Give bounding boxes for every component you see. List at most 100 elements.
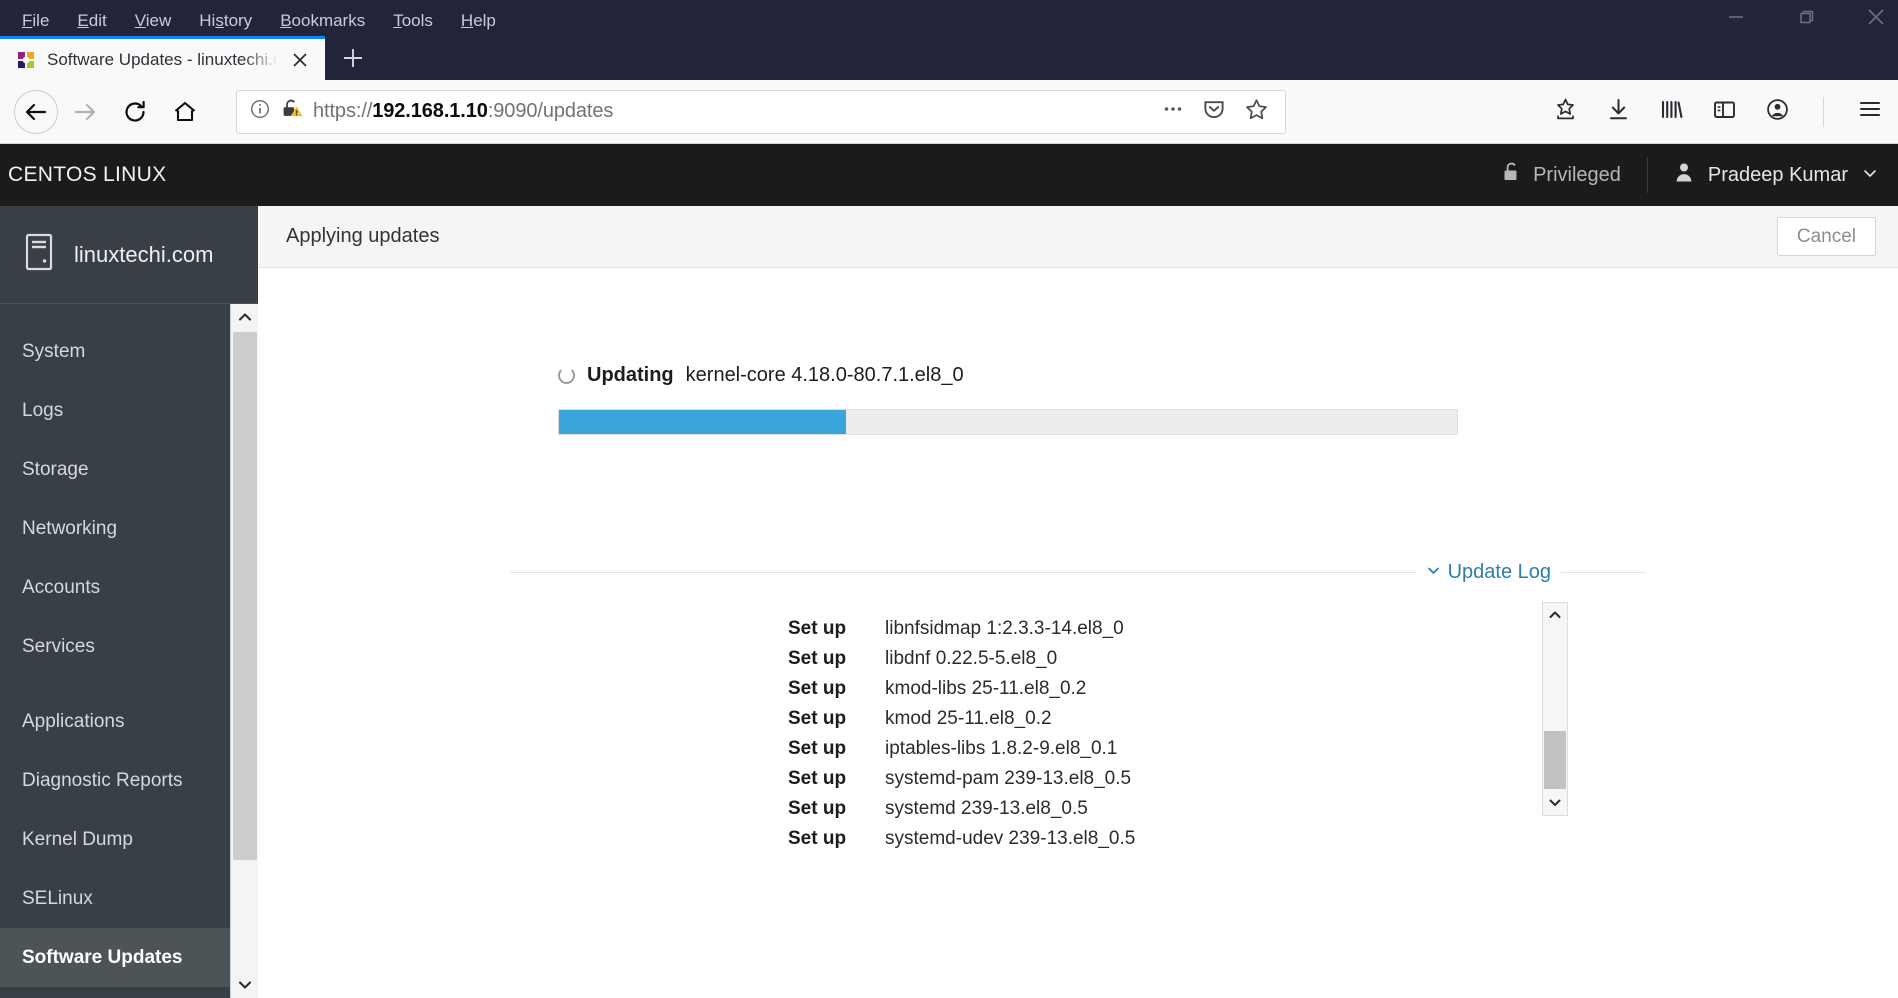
info-circle-icon[interactable]	[249, 98, 271, 125]
log-package: systemd-pam 239-13.el8_0.5	[885, 768, 1132, 789]
update-log-table: Set up libnfsidmap 1:2.3.3-14.el8_0 Set …	[628, 602, 1568, 854]
menu-help[interactable]: Help	[447, 11, 510, 31]
log-action: Set up	[788, 648, 847, 669]
cancel-button[interactable]: Cancel	[1776, 217, 1876, 256]
tab-strip: Software Updates - linuxtechi.c	[0, 34, 1898, 80]
user-menu[interactable]: Pradeep Kumar	[1648, 161, 1878, 189]
update-log-scrollbar[interactable]	[1542, 602, 1568, 816]
log-row: Set up kmod 25-11.el8_0.2	[788, 704, 1528, 734]
minimize-icon[interactable]	[1724, 5, 1748, 29]
tab-title: Software Updates - linuxtechi.c	[47, 49, 278, 69]
progress-status: Updating kernel-core 4.18.0-80.7.1.el8_0	[558, 364, 1458, 387]
scrollbar-thumb[interactable]	[232, 332, 257, 860]
pocket-icon[interactable]	[1202, 97, 1226, 126]
update-log-separator: Update Log	[510, 561, 1646, 584]
scrollbar-track[interactable]	[1543, 627, 1567, 791]
server-icon	[22, 232, 56, 277]
new-tab-button[interactable]	[325, 36, 381, 80]
log-package: systemd-udev 239-13.el8_0.5	[885, 828, 1136, 849]
navigation-toolbar: https://192.168.1.10:9090/updates	[0, 80, 1898, 144]
url-actions	[1162, 97, 1275, 127]
separator-line-left	[510, 572, 1416, 573]
menu-file[interactable]: File	[8, 11, 63, 31]
user-icon	[1674, 161, 1694, 189]
log-row: Set up systemd-pam 239-13.el8_0.5	[788, 764, 1528, 794]
browser-tab[interactable]: Software Updates - linuxtechi.c	[0, 36, 325, 80]
menu-edit[interactable]: Edit	[63, 11, 120, 31]
privileged-indicator[interactable]: Privileged	[1501, 161, 1647, 189]
cockpit-body: linuxtechi.com System Logs Storage Netwo…	[0, 206, 1898, 998]
log-action: Set up	[788, 618, 847, 639]
log-row: Set up systemd-udev 239-13.el8_0.5	[788, 824, 1528, 854]
menu-bookmarks[interactable]: Bookmarks	[266, 11, 379, 31]
sidebar-item-accounts[interactable]: Accounts	[0, 558, 258, 617]
sidebar-item-software-updates[interactable]: Software Updates	[0, 928, 258, 987]
bookmark-star-icon[interactable]	[1244, 97, 1269, 127]
chevron-down-icon	[1862, 164, 1878, 187]
sidebar-item-system[interactable]: System	[0, 322, 258, 381]
update-log-box: Set up libnfsidmap 1:2.3.3-14.el8_0 Set …	[258, 602, 1898, 854]
downloads-icon[interactable]	[1605, 96, 1632, 128]
sidebar-item-applications[interactable]: Applications	[0, 692, 258, 751]
log-row: Set up systemd 239-13.el8_0.5	[788, 794, 1528, 824]
brand-label: CENTOS LINUX	[8, 163, 167, 186]
centos-favicon	[16, 50, 36, 70]
log-row: Set up libdnf 0.22.5-5.el8_0	[788, 644, 1528, 674]
close-window-icon[interactable]	[1864, 5, 1888, 29]
sidebar-item-kernel-dump[interactable]: Kernel Dump	[0, 810, 258, 869]
sidebar-icon[interactable]	[1711, 96, 1738, 128]
sidebar-item-selinux[interactable]: SELinux	[0, 869, 258, 928]
scrollbar-track[interactable]	[231, 330, 259, 972]
log-action: Set up	[788, 768, 847, 789]
scrollbar-thumb[interactable]	[1544, 731, 1566, 789]
menu-view[interactable]: View	[121, 11, 186, 31]
sidebar-item-diagnostic-reports[interactable]: Diagnostic Reports	[0, 751, 258, 810]
host-selector[interactable]: linuxtechi.com	[0, 206, 258, 304]
log-package: iptables-libs 1.8.2-9.el8_0.1	[885, 738, 1118, 759]
sidebar-item-storage[interactable]: Storage	[0, 440, 258, 499]
sidebar-scrollbar[interactable]	[230, 304, 258, 998]
log-package: systemd 239-13.el8_0.5	[885, 798, 1088, 819]
cockpit-main: Applying updates Cancel Updating kernel-…	[258, 206, 1898, 998]
update-log-toggle[interactable]: Update Log	[1416, 561, 1561, 584]
url-text[interactable]: https://192.168.1.10:9090/updates	[313, 100, 1153, 123]
topbar-right: Privileged Pradeep Kumar	[1501, 157, 1878, 193]
reload-icon[interactable]	[112, 89, 158, 135]
user-name: Pradeep Kumar	[1707, 163, 1848, 186]
log-action: Set up	[788, 798, 847, 819]
lock-warning-icon[interactable]	[280, 97, 304, 126]
progress-package: kernel-core 4.18.0-80.7.1.el8_0	[685, 364, 964, 386]
restore-icon[interactable]	[1794, 5, 1818, 29]
browser-window: File Edit View History Bookmarks Tools H…	[0, 0, 1898, 998]
scroll-up-icon[interactable]	[231, 304, 259, 330]
back-icon[interactable]	[14, 89, 58, 134]
home-icon[interactable]	[162, 89, 208, 135]
account-icon[interactable]	[1764, 96, 1791, 128]
cockpit-topbar: CENTOS LINUX Privileged Pradeep Kumar	[0, 144, 1898, 206]
log-action: Set up	[788, 828, 847, 849]
sidebar-item-networking[interactable]: Networking	[0, 499, 258, 558]
sidebar-item-services[interactable]: Services	[0, 617, 258, 676]
separator-line-right	[1561, 572, 1646, 573]
page-content: Updating kernel-core 4.18.0-80.7.1.el8_0	[258, 268, 1898, 998]
url-path: :9090/updates	[487, 100, 614, 122]
url-bar[interactable]: https://192.168.1.10:9090/updates	[236, 89, 1286, 134]
scroll-down-icon[interactable]	[231, 972, 259, 998]
sidebar-item-logs[interactable]: Logs	[0, 381, 258, 440]
cockpit-console: CENTOS LINUX Privileged Pradeep Kumar li…	[0, 144, 1898, 998]
browser-menubar: File Edit View History Bookmarks Tools H…	[0, 0, 1898, 34]
log-package: libdnf 0.22.5-5.el8_0	[885, 648, 1058, 669]
window-controls	[1724, 0, 1888, 34]
menu-tools[interactable]: Tools	[379, 11, 447, 31]
app-menu-icon[interactable]	[1856, 95, 1884, 128]
close-icon[interactable]	[289, 49, 311, 71]
library-icon[interactable]	[1658, 96, 1685, 128]
log-package: kmod 25-11.el8_0.2	[885, 708, 1052, 729]
page-actions-icon[interactable]	[1162, 98, 1184, 125]
menu-history[interactable]: History	[185, 11, 266, 31]
sidebar-group-divider	[0, 676, 258, 692]
save-to-pocket-icon[interactable]	[1552, 96, 1579, 128]
scroll-down-icon[interactable]	[1543, 791, 1567, 815]
log-row: Set up iptables-libs 1.8.2-9.el8_0.1	[788, 734, 1528, 764]
scroll-up-icon[interactable]	[1543, 603, 1567, 627]
